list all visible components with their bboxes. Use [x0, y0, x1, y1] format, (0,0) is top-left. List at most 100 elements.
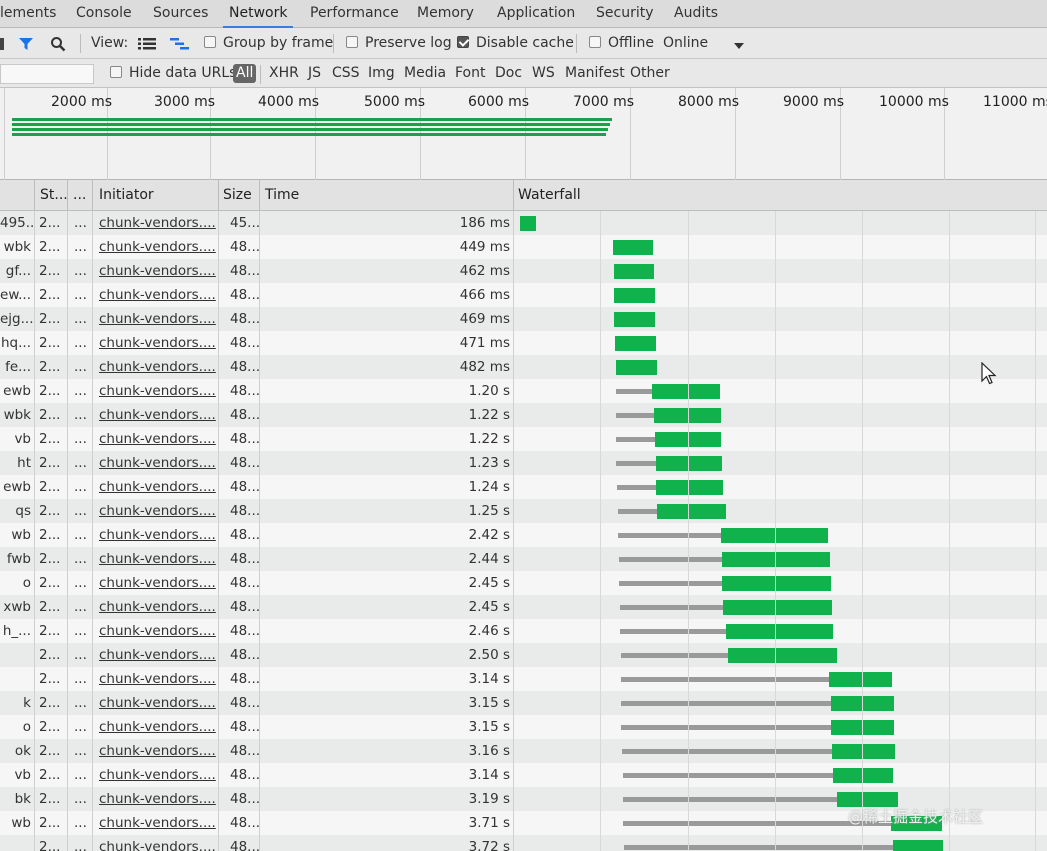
table-row[interactable]: ok 2...... chunk-vendors.... 48... 3.16 s	[0, 739, 1047, 763]
request-name[interactable]: gf...	[0, 259, 33, 283]
checkbox-box-checked[interactable]	[457, 36, 469, 48]
request-initiator-link[interactable]: chunk-vendors....	[99, 739, 217, 763]
preserve-log-checkbox[interactable]: Preserve log	[346, 35, 452, 52]
table-row[interactable]: vb 2...... chunk-vendors.... 48... 1.22 s	[0, 427, 1047, 451]
request-initiator-link[interactable]: chunk-vendors....	[99, 643, 217, 667]
table-row[interactable]: xwb 2...... chunk-vendors.... 48... 2.45 s	[0, 595, 1047, 619]
request-name[interactable]: o	[0, 715, 33, 739]
request-name[interactable]: k	[0, 691, 33, 715]
tab-performance[interactable]: Performance	[310, 0, 399, 28]
table-row[interactable]: o 2...... chunk-vendors.... 48... 2.45 s	[0, 571, 1047, 595]
table-row[interactable]: ew... 2...... chunk-vendors.... 48... 466 ms	[0, 283, 1047, 307]
filter-type-manifest[interactable]: Manifest	[565, 65, 625, 82]
table-row[interactable]: 2...... chunk-vendors.... 48... 3.72 s	[0, 835, 1047, 851]
request-name[interactable]: wb	[0, 523, 33, 547]
request-initiator-link[interactable]: chunk-vendors....	[99, 571, 217, 595]
request-name[interactable]: wbk	[0, 403, 33, 427]
table-row[interactable]: fwb 2...... chunk-vendors.... 48... 2.44 s	[0, 547, 1047, 571]
request-name[interactable]: ewb	[0, 379, 33, 403]
table-row[interactable]: wb 2...... chunk-vendors.... 48... 2.42 s	[0, 523, 1047, 547]
search-icon[interactable]	[50, 36, 66, 57]
waterfall-view-icon[interactable]	[170, 37, 190, 55]
list-view-icon[interactable]	[138, 37, 156, 55]
request-name[interactable]: fe...	[0, 355, 33, 379]
filter-type-img[interactable]: Img	[368, 65, 395, 82]
request-name[interactable]: wb	[0, 811, 33, 835]
column-header-time[interactable]: Time	[265, 187, 299, 203]
tab-application[interactable]: Application	[497, 0, 575, 28]
request-initiator-link[interactable]: chunk-vendors....	[99, 595, 217, 619]
filter-type-font[interactable]: Font	[455, 65, 485, 82]
request-initiator-link[interactable]: chunk-vendors....	[99, 427, 217, 451]
request-initiator-link[interactable]: chunk-vendors....	[99, 763, 217, 787]
requests-table-body[interactable]: 495... 2...... chunk-vendors.... 45... 186 m…	[0, 211, 1047, 851]
table-row[interactable]: ht 2...... chunk-vendors.... 48... 1.23 s	[0, 451, 1047, 475]
request-name[interactable]: 495...	[0, 211, 33, 235]
request-initiator-link[interactable]: chunk-vendors....	[99, 547, 217, 571]
checkbox-box[interactable]	[589, 36, 601, 48]
filter-icon[interactable]	[18, 37, 34, 56]
request-name[interactable]: o	[0, 571, 33, 595]
filter-type-xhr[interactable]: XHR	[269, 65, 299, 82]
request-name[interactable]: ewb	[0, 475, 33, 499]
request-initiator-link[interactable]: chunk-vendors....	[99, 811, 217, 835]
request-initiator-link[interactable]: chunk-vendors....	[99, 691, 217, 715]
hide-data-urls-checkbox[interactable]: Hide data URLs	[110, 65, 236, 82]
request-initiator-link[interactable]: chunk-vendors....	[99, 787, 217, 811]
tab-security[interactable]: Security	[596, 0, 654, 28]
request-initiator-link[interactable]: chunk-vendors....	[99, 475, 217, 499]
checkbox-box[interactable]	[110, 66, 122, 78]
request-name[interactable]: bk	[0, 787, 33, 811]
filter-type-media[interactable]: Media	[404, 65, 446, 82]
column-header-initiator[interactable]: Initiator	[99, 187, 154, 203]
column-header-type[interactable]: ...	[73, 187, 86, 203]
filter-type-js[interactable]: JS	[308, 65, 321, 82]
request-initiator-link[interactable]: chunk-vendors....	[99, 451, 217, 475]
disable-cache-checkbox[interactable]: Disable cache	[457, 35, 574, 52]
filter-type-doc[interactable]: Doc	[495, 65, 522, 82]
request-initiator-link[interactable]: chunk-vendors....	[99, 715, 217, 739]
table-row[interactable]: 2...... chunk-vendors.... 48... 3.14 s	[0, 667, 1047, 691]
request-initiator-link[interactable]: chunk-vendors....	[99, 235, 217, 259]
table-row[interactable]: ewb 2...... chunk-vendors.... 48... 1.24 s	[0, 475, 1047, 499]
request-initiator-link[interactable]: chunk-vendors....	[99, 307, 217, 331]
request-initiator-link[interactable]: chunk-vendors....	[99, 259, 217, 283]
table-row[interactable]: wbk 2...... chunk-vendors.... 48... 449 ms	[0, 235, 1047, 259]
request-name[interactable]: ok	[0, 739, 33, 763]
filter-type-all[interactable]: All	[233, 64, 257, 83]
table-row[interactable]: gf... 2...... chunk-vendors.... 48... 462 ms	[0, 259, 1047, 283]
table-row[interactable]: o 2...... chunk-vendors.... 48... 3.15 s	[0, 715, 1047, 739]
request-initiator-link[interactable]: chunk-vendors....	[99, 331, 217, 355]
request-name[interactable]: fwb	[0, 547, 33, 571]
request-name[interactable]: qs	[0, 499, 33, 523]
request-name[interactable]: wbk	[0, 235, 33, 259]
request-initiator-link[interactable]: chunk-vendors....	[99, 499, 217, 523]
tab-elements[interactable]: lements	[0, 0, 56, 28]
filter-type-other[interactable]: Other	[630, 65, 670, 82]
tab-audits[interactable]: Audits	[674, 0, 718, 28]
tab-sources[interactable]: Sources	[153, 0, 208, 28]
request-name[interactable]: vb	[0, 763, 33, 787]
table-row[interactable]: wbk 2...... chunk-vendors.... 48... 1.22 s	[0, 403, 1047, 427]
checkbox-box[interactable]	[346, 36, 358, 48]
throttling-select[interactable]: Online	[663, 35, 708, 52]
offline-checkbox[interactable]: Offline	[589, 35, 654, 52]
table-row[interactable]: vb 2...... chunk-vendors.... 48... 3.14 s	[0, 763, 1047, 787]
table-row[interactable]: hq... 2...... chunk-vendors.... 48... 471 ms	[0, 331, 1047, 355]
request-name[interactable]: ejg...	[0, 307, 33, 331]
request-initiator-link[interactable]: chunk-vendors....	[99, 283, 217, 307]
table-row[interactable]: fe... 2...... chunk-vendors.... 48... 482 ms	[0, 355, 1047, 379]
request-initiator-link[interactable]: chunk-vendors....	[99, 667, 217, 691]
request-name[interactable]: ht	[0, 451, 33, 475]
request-initiator-link[interactable]: chunk-vendors....	[99, 379, 217, 403]
filter-type-ws[interactable]: WS	[532, 65, 555, 82]
table-row[interactable]: h_... 2...... chunk-vendors.... 48... 2.46 s	[0, 619, 1047, 643]
record-stop-icon[interactable]	[0, 38, 6, 55]
column-header-size[interactable]: Size	[223, 187, 252, 203]
request-initiator-link[interactable]: chunk-vendors....	[99, 523, 217, 547]
tab-console[interactable]: Console	[76, 0, 132, 28]
request-initiator-link[interactable]: chunk-vendors....	[99, 835, 217, 851]
request-name[interactable]: hq...	[0, 331, 33, 355]
tab-network[interactable]: Network	[223, 0, 294, 28]
table-row[interactable]: qs 2...... chunk-vendors.... 48... 1.25 s	[0, 499, 1047, 523]
